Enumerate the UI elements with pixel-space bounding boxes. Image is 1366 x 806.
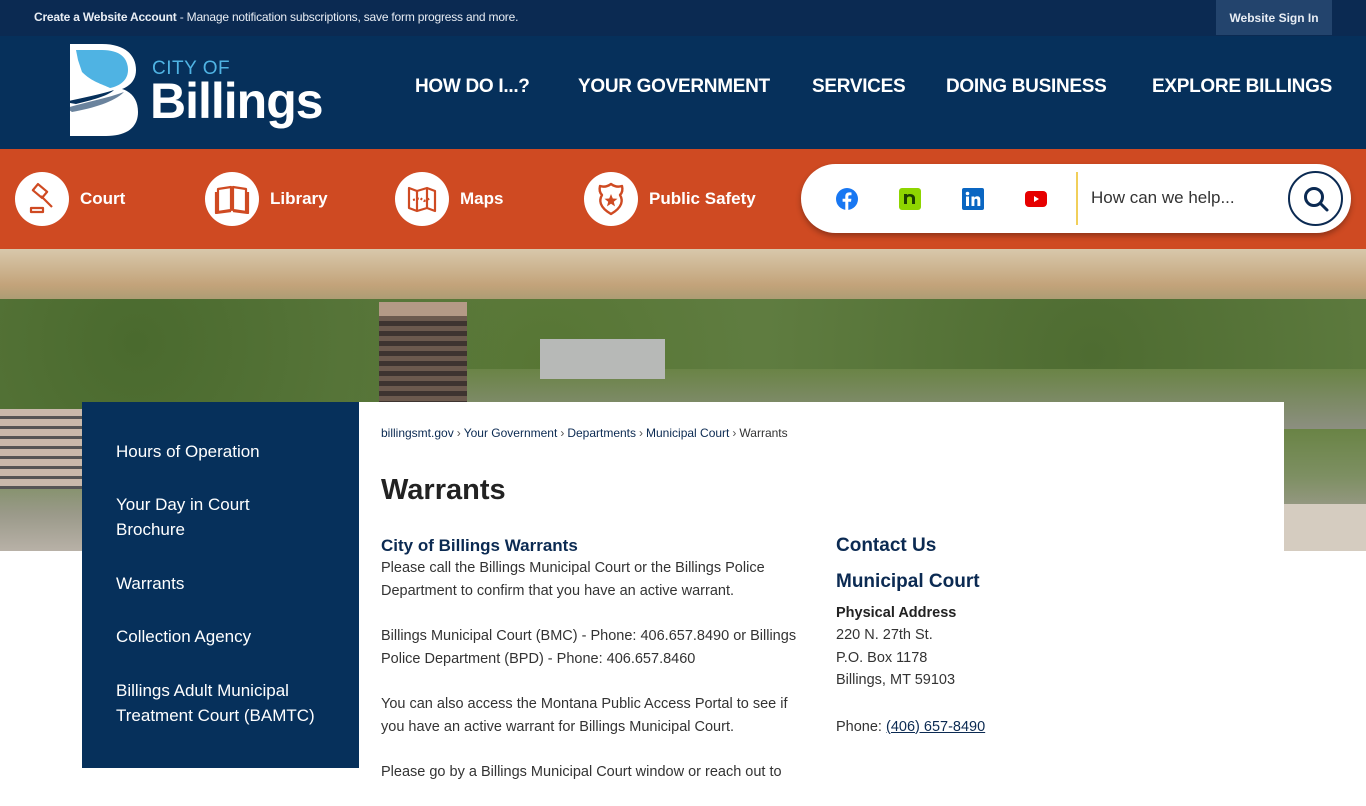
create-account-link[interactable]: Create a Website Account	[34, 10, 177, 24]
quicklink-court-label: Court	[80, 189, 126, 208]
contact-us: Contact Us Municipal Court Physical Addr…	[836, 534, 1136, 735]
sidebar-item-hours-of-operation[interactable]: Hours of Operation	[116, 439, 336, 464]
sidebar-item-warrants[interactable]: Warrants	[116, 571, 336, 596]
map-icon	[395, 172, 449, 226]
facebook-icon[interactable]	[836, 188, 858, 210]
account-description: - Manage notification subscriptions, sav…	[176, 10, 519, 24]
quicklink-library-label: Library	[270, 189, 328, 208]
address-line: 220 N. 27th St.	[836, 627, 933, 643]
utility-bar: Create a Website Account - Manage notifi…	[0, 0, 1366, 36]
sidebar-item-your-day-in-court[interactable]: Your Day in Court Brochure	[116, 492, 286, 542]
address-label: Physical Address	[836, 605, 957, 621]
contact-org: Municipal Court	[836, 571, 980, 592]
sidebar-item-collection-agency[interactable]: Collection Agency	[116, 624, 336, 649]
hero-grain-elevator	[540, 339, 665, 379]
breadcrumb-your-government[interactable]: Your Government	[464, 426, 558, 440]
breadcrumb-separator: ›	[639, 426, 644, 440]
main-navigation: HOW DO I...? YOUR GOVERNMENT SERVICES DO…	[0, 36, 1366, 149]
nav-explore-billings[interactable]: EXPLORE BILLINGS	[1152, 76, 1332, 98]
quicklink-court[interactable]: Court	[15, 172, 125, 226]
breadcrumb-departments[interactable]: Departments	[567, 426, 636, 440]
page-title: Warrants	[381, 474, 506, 506]
nav-how-do-i[interactable]: HOW DO I...?	[415, 76, 530, 98]
quicklink-maps[interactable]: Maps	[395, 172, 503, 226]
breadcrumb-current: Warrants	[739, 426, 788, 440]
warrants-paragraph: Please go by a Billings Municipal Court …	[381, 764, 782, 780]
breadcrumb-separator: ›	[456, 426, 461, 440]
breadcrumb: billingsmt.gov › Your Government › Departmen…	[381, 426, 788, 440]
quick-links-band: Court Library Maps Public Safety How can…	[0, 149, 1366, 249]
nextdoor-icon[interactable]	[899, 188, 921, 210]
badge-icon	[584, 172, 638, 226]
nav-doing-business[interactable]: DOING BUSINESS	[946, 76, 1107, 98]
warrants-info: City of Billings Warrants Please call th…	[381, 535, 811, 806]
warrants-paragraph: Billings Municipal Court (BMC) - Phone: …	[381, 628, 797, 667]
account-message: Create a Website Account - Manage notifi…	[34, 10, 518, 24]
breadcrumb-separator: ›	[732, 426, 737, 440]
breadcrumb-home[interactable]: billingsmt.gov	[381, 426, 454, 440]
site-search-input[interactable]	[1091, 182, 1281, 214]
phone-link[interactable]: (406) 657-8490	[886, 719, 985, 735]
main-content: billingsmt.gov › Your Government › Departmen…	[359, 402, 1284, 780]
book-icon	[205, 172, 259, 226]
breadcrumb-municipal-court[interactable]: Municipal Court	[646, 426, 729, 440]
section-sidebar: Hours of Operation Your Day in Court Bro…	[82, 402, 359, 768]
nav-services[interactable]: SERVICES	[812, 76, 906, 98]
search-icon	[1303, 186, 1328, 211]
hero-building-right	[1284, 504, 1366, 551]
warrants-paragraph: Please call the Billings Municipal Court…	[381, 560, 765, 599]
gavel-icon	[15, 172, 69, 226]
address-line: Billings, MT 59103	[836, 672, 956, 688]
website-sign-in-button[interactable]: Website Sign In	[1216, 0, 1332, 35]
linkedin-icon[interactable]	[962, 188, 984, 210]
phone-label: Phone:	[836, 718, 886, 735]
youtube-icon[interactable]	[1025, 188, 1047, 210]
hero-building-left	[0, 409, 82, 489]
warrants-heading: City of Billings Warrants	[381, 536, 578, 555]
quicklink-public-safety[interactable]: Public Safety	[584, 172, 756, 226]
quicklink-maps-label: Maps	[460, 189, 504, 208]
site-header: CITY OF Billings HOW DO I...? YOUR GOVER…	[0, 36, 1366, 149]
address-line: P.O. Box 1178	[836, 649, 928, 666]
breadcrumb-separator: ›	[560, 426, 565, 440]
contact-heading: Contact Us	[836, 535, 937, 556]
search-divider	[1076, 172, 1078, 225]
sidebar-item-bamtc[interactable]: Billings Adult Municipal Treatment Court…	[116, 678, 316, 728]
contact-phone: Phone: (406) 657-8490	[836, 719, 1136, 735]
search-and-social-bar	[801, 164, 1351, 233]
search-button[interactable]	[1288, 171, 1343, 226]
warrants-paragraph: You can also access the Montana Public A…	[381, 696, 788, 735]
quicklink-library[interactable]: Library	[205, 172, 328, 226]
nav-your-government[interactable]: YOUR GOVERNMENT	[578, 76, 770, 98]
quicklink-public-safety-label: Public Safety	[649, 189, 756, 208]
